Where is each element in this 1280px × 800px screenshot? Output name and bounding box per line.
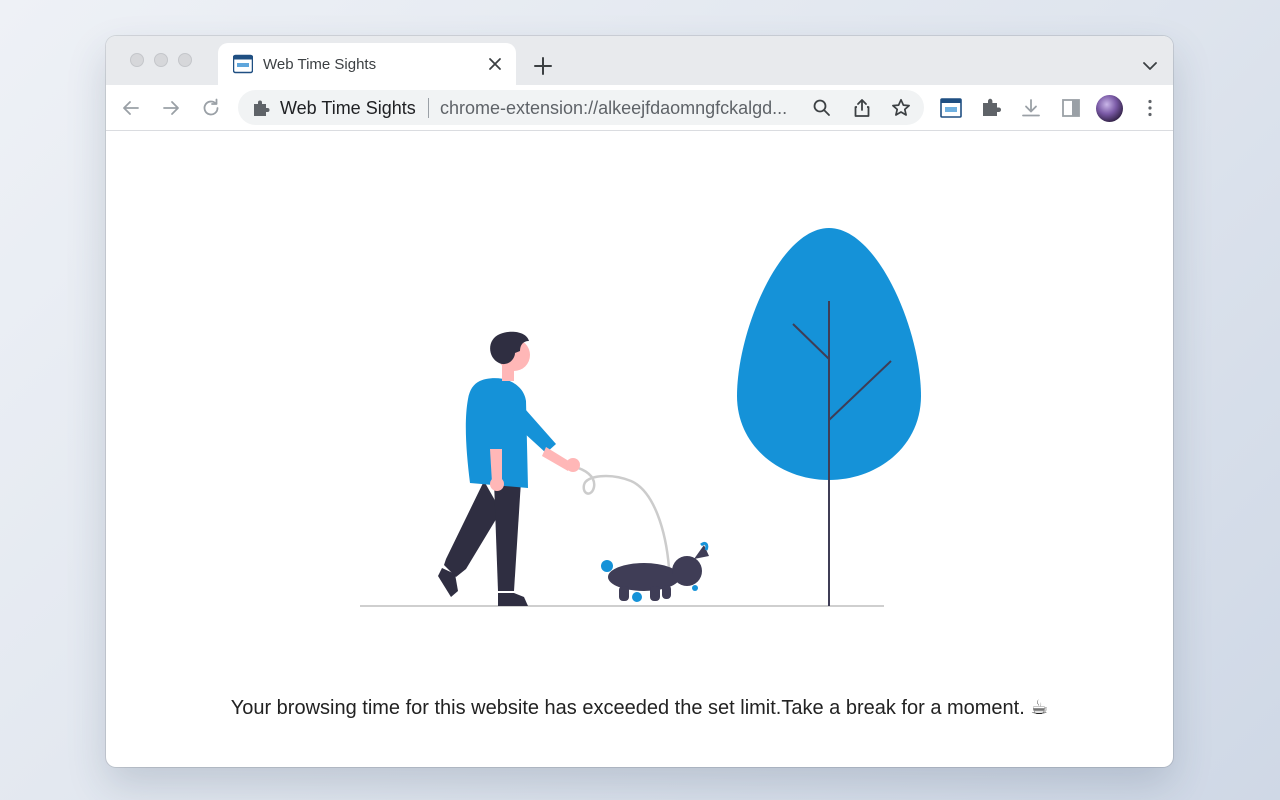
toolbar: Web Time Sights chrome-extension://alkee… (106, 85, 1173, 131)
minimize-window-button[interactable] (154, 53, 168, 67)
forward-arrow-icon[interactable] (159, 96, 183, 120)
active-tab[interactable]: Web Time Sights (218, 43, 516, 85)
calendar-favicon-icon (233, 54, 253, 74)
web-time-sights-extension-icon[interactable] (939, 96, 963, 120)
omnibox-site-name: Web Time Sights (280, 98, 416, 118)
puzzle-extension-icon (254, 100, 270, 116)
omnibox-url[interactable]: chrome-extension://alkeejfdaomngfckalgd.… (440, 98, 800, 119)
profile-avatar[interactable] (1096, 95, 1123, 122)
tab-search-chevron-icon[interactable] (1140, 56, 1160, 76)
share-icon[interactable] (851, 97, 873, 119)
close-window-button[interactable] (130, 53, 144, 67)
bookmark-star-icon[interactable] (890, 97, 912, 119)
download-icon[interactable] (1019, 96, 1043, 120)
zoom-search-icon[interactable] (811, 97, 833, 119)
leash-line (573, 465, 671, 569)
back-arrow-icon[interactable] (119, 96, 143, 120)
close-tab-icon[interactable] (486, 55, 504, 73)
reload-icon[interactable] (199, 96, 223, 120)
side-panel-icon[interactable] (1059, 96, 1083, 120)
tab-title: Web Time Sights (263, 56, 377, 73)
page-content: Your browsing time for this website has … (106, 131, 1173, 767)
more-menu-icon[interactable] (1138, 96, 1162, 120)
maximize-window-button[interactable] (178, 53, 192, 67)
man-figure (438, 331, 580, 606)
browser-window: Web Time Sights Web Time Sights chrome-e… (106, 36, 1173, 767)
address-bar[interactable]: Web Time Sights chrome-extension://alkee… (238, 90, 924, 125)
limit-exceeded-message: Your browsing time for this website has … (230, 697, 1049, 719)
dog-figure (601, 541, 709, 602)
extensions-puzzle-icon[interactable] (979, 96, 1003, 120)
new-tab-plus-icon[interactable] (531, 54, 555, 78)
tree-illustration (737, 228, 921, 606)
walking-with-dog-illustration (360, 228, 921, 607)
omnibox-divider (428, 98, 429, 118)
tab-strip: Web Time Sights (106, 36, 1173, 85)
